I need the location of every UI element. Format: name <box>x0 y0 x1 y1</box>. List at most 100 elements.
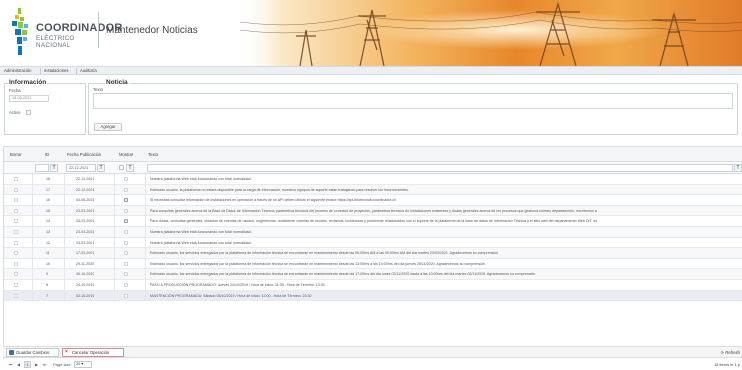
fecha-input[interactable]: 18-05-2021 <box>9 95 49 102</box>
mostrar-checkbox[interactable] <box>124 261 128 266</box>
cell-texto: Estimado usuario, los servicios entregad… <box>150 261 485 266</box>
cell-texto: Nuestra plataforma Web está funcionando … <box>150 230 252 234</box>
news-legend: Noticia <box>105 79 129 86</box>
cancel-operation-button[interactable]: × Cancelar Operación <box>62 348 124 357</box>
logo-subtitle: ELÉCTRICO NACIONAL <box>36 35 75 49</box>
activo-checkbox[interactable] <box>26 110 31 115</box>
cell-fecha: 03-10-2019 <box>76 293 95 298</box>
page-size-label: Page size: <box>53 362 72 367</box>
mostrar-checkbox[interactable] <box>124 187 128 192</box>
texto-textarea[interactable] <box>93 93 733 109</box>
add-button[interactable]: Agregar <box>94 123 122 131</box>
cell-fecha: 30-10-2020 <box>76 272 95 277</box>
page-size-select[interactable]: 20 ▾ <box>74 361 92 368</box>
column-header-id[interactable]: ID <box>45 152 49 157</box>
mostrar-checkbox[interactable] <box>124 272 128 277</box>
save-changes-button[interactable]: Guardar Cambios <box>6 348 59 357</box>
coordinador-logo: COORDINADOR ELÉCTRICO NACIONAL <box>8 6 122 58</box>
cell-id: 15 <box>46 208 50 213</box>
mostrar-filter-icon[interactable]: T <box>126 164 134 172</box>
chevron-down-icon: ▾ <box>81 362 84 366</box>
mostrar-checkbox[interactable] <box>124 177 128 181</box>
filter-row: T 22-12-2021 T T T <box>4 162 742 174</box>
cell-fecha: 29-11-2020 <box>76 261 95 266</box>
cell-id: 11 <box>46 251 50 256</box>
cell-fecha: 23-03-2021 <box>76 219 95 224</box>
delete-checkbox[interactable] <box>14 261 18 266</box>
save-icon <box>9 350 14 355</box>
cell-fecha: 04-06-2021 <box>76 198 95 203</box>
refresh-label: Refresh <box>725 350 740 355</box>
cell-fecha: 22-12-2021 <box>76 177 95 181</box>
cell-texto: Estimado usuario, los servicios entregad… <box>150 251 499 256</box>
cell-texto: Nuestra plataforma Web está funcionando … <box>150 240 252 245</box>
last-page-icon[interactable]: ⏭ <box>41 361 48 368</box>
fecha-label: Fecha <box>9 88 21 93</box>
cell-id: 14 <box>46 219 50 224</box>
refresh-button[interactable]: ⟳ Refresh <box>721 350 740 355</box>
mostrar-checkbox[interactable] <box>124 208 128 213</box>
cell-id: 7 <box>46 293 48 298</box>
delete-checkbox[interactable] <box>14 251 18 256</box>
mostrar-checkbox[interactable] <box>124 283 128 287</box>
cell-texto: MANTENCIÓN PROGRAMADA: Sábado 05/10/2019… <box>150 293 312 298</box>
pager-info: 18 items in 1 p <box>713 362 740 367</box>
column-divider <box>114 174 115 302</box>
logo-mark-icon <box>8 8 34 56</box>
delete-checkbox[interactable] <box>14 208 18 213</box>
cell-texto: PASO A PRODUCCIÓN PROGRAMADO: Jueves 24/… <box>150 283 325 287</box>
cancel-icon: × <box>65 349 68 355</box>
current-page[interactable]: 1 <box>24 361 31 368</box>
first-page-icon[interactable]: ⏮ <box>7 361 14 368</box>
cell-id: 16 <box>46 198 50 203</box>
cell-texto: Si necesitas consultar información de in… <box>150 198 396 203</box>
texto-label: Texto <box>93 87 104 92</box>
cell-id: 13 <box>46 230 50 234</box>
mostrar-checkbox[interactable] <box>124 251 128 256</box>
cell-fecha: 23-03-2021 <box>76 208 95 213</box>
column-header-borrar[interactable]: Borrar <box>10 152 22 157</box>
menu-item-auditoria[interactable]: Auditoría <box>80 68 97 74</box>
header-divider <box>98 12 99 48</box>
mostrar-checkbox[interactable] <box>124 293 128 298</box>
texto-filter-input[interactable] <box>147 164 733 172</box>
mostrar-filter-checkbox[interactable] <box>119 165 124 170</box>
grid-toolbar: Guardar Cambios × Cancelar Operación ⟳ R… <box>3 346 742 358</box>
delete-checkbox[interactable] <box>14 230 18 234</box>
delete-checkbox[interactable] <box>14 283 18 287</box>
delete-checkbox[interactable] <box>14 177 18 181</box>
mostrar-checkbox[interactable] <box>124 219 128 224</box>
texto-filter-icon[interactable]: T <box>734 164 742 172</box>
id-filter-icon[interactable]: T <box>50 164 58 172</box>
info-legend: Información <box>8 79 48 86</box>
column-divider <box>32 174 33 302</box>
column-header-mostrar[interactable]: Mostrar <box>119 152 133 157</box>
next-page-icon[interactable]: ▶ <box>33 361 40 368</box>
prev-page-icon[interactable]: ◀ <box>15 361 22 368</box>
delete-checkbox[interactable] <box>14 272 18 277</box>
power-lines-banner <box>240 0 742 66</box>
column-header-texto[interactable]: Texto <box>148 152 158 157</box>
fecha-filter-icon[interactable]: T <box>97 164 105 172</box>
page-title: Mantenedor Noticias <box>106 25 198 36</box>
column-header-fecha[interactable]: Fecha Publicación <box>67 152 101 157</box>
activo-label: Activo <box>9 110 21 115</box>
id-filter-input[interactable] <box>35 164 49 172</box>
delete-checkbox[interactable] <box>14 198 18 203</box>
menu-item-instalaciones[interactable]: Instalaciones <box>44 68 68 74</box>
delete-checkbox[interactable] <box>14 187 18 192</box>
mostrar-checkbox[interactable] <box>124 240 128 245</box>
news-grid: Borrar ID Fecha Publicación Mostrar Text… <box>3 146 742 370</box>
delete-checkbox[interactable] <box>14 240 18 245</box>
cell-id: 9 <box>46 272 48 277</box>
mostrar-checkbox[interactable] <box>124 198 128 203</box>
cell-fecha: 22-12-2021 <box>76 187 95 192</box>
delete-checkbox[interactable] <box>14 293 18 298</box>
fecha-filter-input[interactable]: 22-12-2021 <box>66 164 96 172</box>
menu-item-administracion[interactable]: Administración <box>4 68 31 74</box>
cell-id: 10 <box>46 261 50 266</box>
menu-divider <box>76 68 77 74</box>
cell-texto: Para dudas, consultas generales, creació… <box>150 219 598 224</box>
delete-checkbox[interactable] <box>14 219 18 224</box>
mostrar-checkbox[interactable] <box>124 230 128 234</box>
